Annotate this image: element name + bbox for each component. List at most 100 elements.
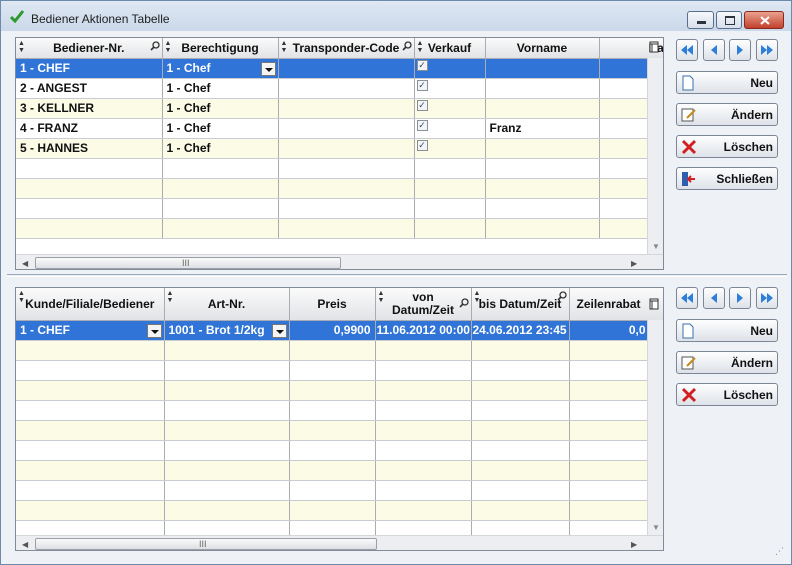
- verkauf-checkbox[interactable]: ✓: [416, 119, 428, 131]
- empty-cell[interactable]: [375, 380, 472, 401]
- close-button[interactable]: [744, 11, 784, 29]
- cell-vorname[interactable]: Franz: [485, 118, 600, 139]
- empty-cell[interactable]: [375, 500, 472, 521]
- scroll-left-arrow[interactable]: ◀: [22, 540, 28, 549]
- vertical-scrollbar[interactable]: ▼: [647, 58, 663, 255]
- search-icon[interactable]: [149, 41, 160, 51]
- empty-cell[interactable]: [375, 480, 472, 501]
- verkauf-checkbox[interactable]: ✓: [416, 79, 428, 91]
- search-icon[interactable]: [556, 291, 567, 301]
- empty-cell[interactable]: [278, 198, 415, 219]
- empty-cell[interactable]: [485, 158, 600, 179]
- empty-cell[interactable]: [471, 440, 570, 461]
- empty-cell[interactable]: [162, 158, 279, 179]
- empty-cell[interactable]: [471, 460, 570, 481]
- empty-cell[interactable]: [414, 158, 486, 179]
- empty-cell[interactable]: [289, 360, 376, 381]
- cell-vorname[interactable]: [485, 78, 600, 99]
- empty-cell[interactable]: [164, 440, 290, 461]
- table-row[interactable]: [16, 340, 663, 361]
- cell-transponder[interactable]: [278, 98, 415, 119]
- horizontal-scrollbar[interactable]: ◀ III ▶: [16, 254, 663, 269]
- empty-cell[interactable]: [16, 460, 165, 481]
- table-row[interactable]: [16, 420, 663, 441]
- cell-transponder[interactable]: [278, 118, 415, 139]
- column-header-von-datum[interactable]: ▲ ▼ von Datum/Zeit: [375, 288, 472, 321]
- empty-cell[interactable]: [16, 420, 165, 441]
- empty-cell[interactable]: [16, 198, 163, 219]
- empty-cell[interactable]: [164, 380, 290, 401]
- cell-von[interactable]: 11.06.2012 00:00: [375, 320, 472, 341]
- table-row[interactable]: [16, 500, 663, 521]
- delete-button[interactable]: Löschen: [676, 135, 778, 158]
- empty-cell[interactable]: [278, 178, 415, 199]
- column-header-bis-datum[interactable]: ▲ ▼ bis Datum/Zeit: [471, 288, 570, 321]
- cell-bis[interactable]: 24.06.2012 23:45: [471, 320, 570, 341]
- scroll-thumb[interactable]: III: [35, 257, 341, 269]
- empty-cell[interactable]: [375, 400, 472, 421]
- maximize-button[interactable]: [716, 11, 742, 29]
- cell-verkauf[interactable]: ✓: [414, 58, 486, 79]
- empty-cell[interactable]: [414, 178, 486, 199]
- edit-button[interactable]: Ändern: [676, 351, 778, 374]
- empty-cell[interactable]: [471, 360, 570, 381]
- column-chooser-icon[interactable]: [649, 41, 659, 53]
- empty-cell[interactable]: [278, 218, 415, 239]
- cell-transponder[interactable]: [278, 138, 415, 159]
- empty-cell[interactable]: [164, 480, 290, 501]
- search-icon[interactable]: [401, 41, 412, 51]
- cell-verkauf[interactable]: ✓: [414, 118, 486, 139]
- search-icon[interactable]: [458, 298, 469, 308]
- cell-berechtigung[interactable]: 1 - Chef: [162, 58, 279, 79]
- scroll-right-arrow[interactable]: ▶: [631, 540, 637, 549]
- cell-bediener-nr[interactable]: 2 - ANGEST: [16, 78, 163, 99]
- empty-cell[interactable]: [289, 480, 376, 501]
- cell-berechtigung[interactable]: 1 - Chef: [162, 118, 279, 139]
- empty-cell[interactable]: [16, 480, 165, 501]
- empty-cell[interactable]: [375, 360, 472, 381]
- empty-cell[interactable]: [16, 178, 163, 199]
- last-record-button[interactable]: [756, 39, 778, 61]
- table-row[interactable]: [16, 360, 663, 381]
- empty-cell[interactable]: [414, 198, 486, 219]
- empty-cell[interactable]: [471, 380, 570, 401]
- empty-cell[interactable]: [16, 340, 165, 361]
- empty-cell[interactable]: [289, 440, 376, 461]
- column-header-transponder-code[interactable]: ▲ ▼ Transponder-Code: [278, 38, 415, 59]
- empty-cell[interactable]: [16, 158, 163, 179]
- table-row[interactable]: [16, 480, 663, 501]
- table-row[interactable]: [16, 158, 663, 179]
- verkauf-checkbox[interactable]: ✓: [416, 139, 428, 151]
- table-row[interactable]: 1 - CHEF 1001 - Brot 1/2kg 0,9900 11.06.…: [16, 320, 663, 341]
- column-header-berechtigung[interactable]: ▲ ▼ Berechtigung: [162, 38, 279, 59]
- table-row[interactable]: 1 - CHEF 1 - Chef ✓: [16, 58, 663, 79]
- column-header-preis[interactable]: Preis: [289, 288, 376, 321]
- edit-button[interactable]: Ändern: [676, 103, 778, 126]
- empty-cell[interactable]: [471, 500, 570, 521]
- next-record-button[interactable]: [729, 287, 751, 309]
- resize-grip-icon[interactable]: ⋰: [775, 546, 784, 557]
- empty-cell[interactable]: [164, 420, 290, 441]
- table-row[interactable]: [16, 178, 663, 199]
- table-row[interactable]: [16, 440, 663, 461]
- cell-bediener-nr[interactable]: 4 - FRANZ: [16, 118, 163, 139]
- table-row[interactable]: 2 - ANGEST 1 - Chef ✓: [16, 78, 663, 99]
- table-row[interactable]: 5 - HANNES 1 - Chef ✓: [16, 138, 663, 159]
- table-row[interactable]: 4 - FRANZ 1 - Chef ✓ Franz: [16, 118, 663, 139]
- empty-cell[interactable]: [289, 420, 376, 441]
- column-header-kunde[interactable]: ▲ ▼ Kunde/Filiale/Bediener: [16, 288, 165, 321]
- last-record-button[interactable]: [756, 287, 778, 309]
- cell-berechtigung[interactable]: 1 - Chef: [162, 138, 279, 159]
- minimize-button[interactable]: [687, 11, 714, 29]
- table-row[interactable]: 3 - KELLNER 1 - Chef ✓: [16, 98, 663, 119]
- empty-cell[interactable]: [471, 480, 570, 501]
- empty-cell[interactable]: [16, 218, 163, 239]
- cell-berechtigung[interactable]: 1 - Chef: [162, 78, 279, 99]
- cell-art-nr[interactable]: 1001 - Brot 1/2kg: [164, 320, 290, 341]
- cell-transponder[interactable]: [278, 78, 415, 99]
- cell-bediener-nr[interactable]: 1 - CHEF: [16, 58, 163, 79]
- empty-cell[interactable]: [164, 500, 290, 521]
- empty-cell[interactable]: [471, 400, 570, 421]
- empty-cell[interactable]: [289, 400, 376, 421]
- table-row[interactable]: [16, 218, 663, 239]
